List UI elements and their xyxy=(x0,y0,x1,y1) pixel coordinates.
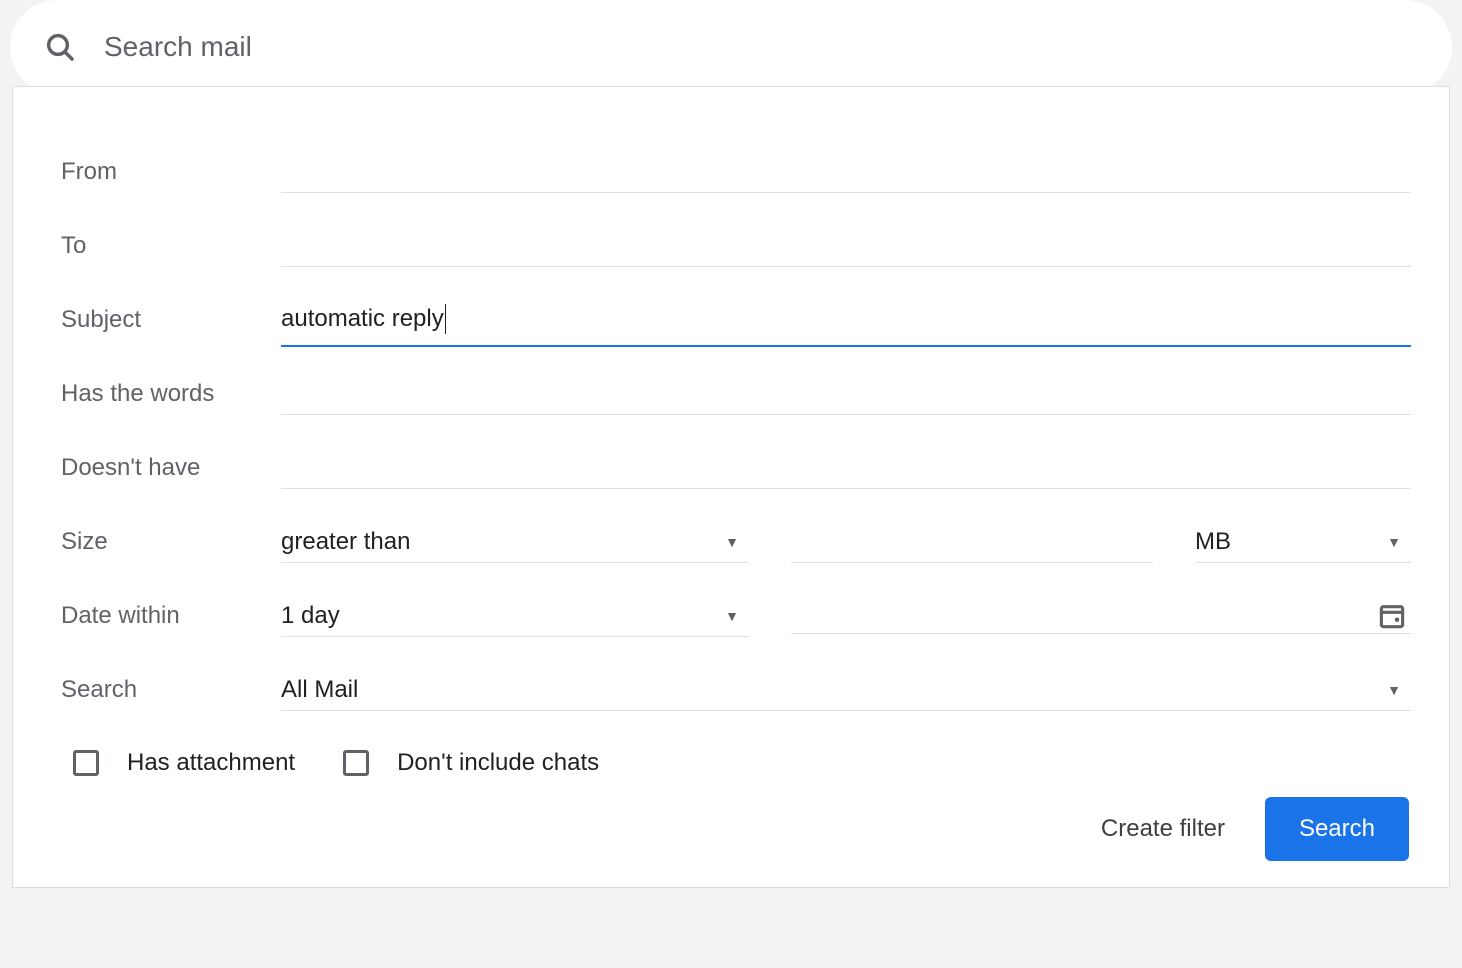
search-bar xyxy=(10,0,1452,94)
checkbox-icon xyxy=(343,750,369,776)
doesnt-have-input[interactable] xyxy=(281,448,1411,489)
size-unit-select[interactable]: MB ▼ xyxy=(1195,522,1411,563)
dropdown-arrow-icon: ▼ xyxy=(1381,534,1407,550)
search-in-row: Search All Mail ▼ xyxy=(61,653,1411,727)
search-input[interactable] xyxy=(104,31,1452,63)
search-in-select[interactable]: All Mail ▼ xyxy=(281,670,1411,711)
create-filter-button[interactable]: Create filter xyxy=(1093,803,1233,855)
from-row: From xyxy=(61,135,1411,209)
date-within-label: Date within xyxy=(61,602,281,630)
size-value-input[interactable] xyxy=(791,522,1153,563)
dropdown-arrow-icon: ▼ xyxy=(1381,682,1407,698)
subject-input[interactable]: automatic reply xyxy=(281,293,1411,347)
size-operator-value: greater than xyxy=(281,528,410,556)
calendar-icon xyxy=(1377,601,1407,631)
exclude-chats-label: Don't include chats xyxy=(397,749,599,777)
date-within-row: Date within 1 day ▼ xyxy=(61,579,1411,653)
advanced-search-panel: From To Subject automatic reply Has the … xyxy=(12,86,1450,888)
to-label: To xyxy=(61,232,281,260)
dropdown-arrow-icon: ▼ xyxy=(719,534,745,550)
search-in-value: All Mail xyxy=(281,676,358,704)
date-picker-field[interactable] xyxy=(791,599,1411,634)
subject-value: automatic reply xyxy=(281,299,444,339)
checkbox-row: Has attachment Don't include chats xyxy=(61,749,1411,777)
search-button[interactable]: Search xyxy=(1265,797,1409,861)
doesnt-have-row: Doesn't have xyxy=(61,431,1411,505)
size-row: Size greater than ▼ MB ▼ xyxy=(61,505,1411,579)
doesnt-have-label: Doesn't have xyxy=(61,454,281,482)
has-words-label: Has the words xyxy=(61,380,281,408)
has-words-row: Has the words xyxy=(61,357,1411,431)
search-in-label: Search xyxy=(61,676,281,704)
from-input[interactable] xyxy=(281,152,1411,193)
to-input[interactable] xyxy=(281,226,1411,267)
search-icon xyxy=(44,31,76,63)
subject-label: Subject xyxy=(61,306,281,334)
has-words-input[interactable] xyxy=(281,374,1411,415)
date-range-select[interactable]: 1 day ▼ xyxy=(281,596,749,637)
exclude-chats-checkbox[interactable]: Don't include chats xyxy=(343,749,599,777)
from-label: From xyxy=(61,158,281,186)
to-row: To xyxy=(61,209,1411,283)
has-attachment-label: Has attachment xyxy=(127,749,295,777)
text-caret xyxy=(445,304,446,334)
has-attachment-checkbox[interactable]: Has attachment xyxy=(73,749,295,777)
size-unit-value: MB xyxy=(1195,528,1231,556)
size-operator-select[interactable]: greater than ▼ xyxy=(281,522,749,563)
date-range-value: 1 day xyxy=(281,602,340,630)
action-buttons: Create filter Search xyxy=(1093,797,1409,861)
subject-row: Subject automatic reply xyxy=(61,283,1411,357)
checkbox-icon xyxy=(73,750,99,776)
size-label: Size xyxy=(61,528,281,556)
dropdown-arrow-icon: ▼ xyxy=(719,608,745,624)
